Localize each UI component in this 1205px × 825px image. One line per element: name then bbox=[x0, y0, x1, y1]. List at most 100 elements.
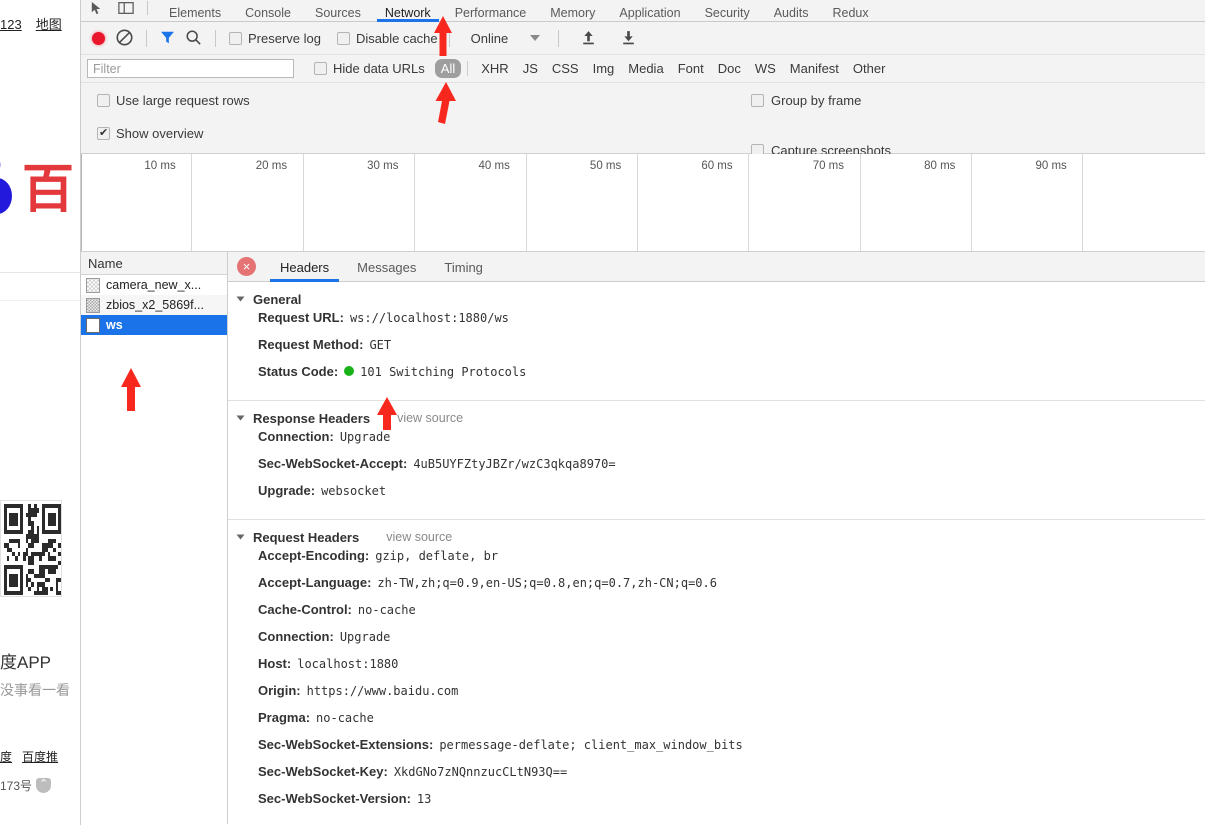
qr-module bbox=[55, 564, 59, 570]
filter-type-doc[interactable]: Doc bbox=[711, 59, 748, 78]
filter-type-xhr[interactable]: XHR bbox=[474, 59, 515, 78]
detail-tab-timing[interactable]: Timing bbox=[430, 252, 497, 282]
tab-redux[interactable]: Redux bbox=[820, 0, 880, 22]
filter-type-ws[interactable]: WS bbox=[748, 59, 783, 78]
chevron-down-icon[interactable] bbox=[236, 296, 245, 302]
filter-type-manifest[interactable]: Manifest bbox=[783, 59, 846, 78]
request-row[interactable]: zbios_x2_5869f... bbox=[81, 295, 227, 315]
qr-module bbox=[58, 551, 62, 557]
filter-type-all[interactable]: All bbox=[434, 59, 462, 78]
header-value: 4uB5UYFZtyJBZr/wzC3qkqa8970= bbox=[413, 457, 616, 471]
filter-input[interactable]: Filter bbox=[87, 59, 294, 78]
request-name: zbios_x2_5869f... bbox=[106, 298, 204, 312]
hide-data-urls-checkbox[interactable]: Hide data URLs bbox=[314, 61, 425, 76]
import-har-icon[interactable] bbox=[580, 29, 598, 47]
request-row[interactable]: ws bbox=[81, 315, 227, 335]
hide-data-urls-label: Hide data URLs bbox=[333, 61, 425, 76]
disable-cache-box[interactable] bbox=[336, 31, 350, 45]
tab-performance[interactable]: Performance bbox=[443, 0, 539, 22]
detail-tab-list: Headers Messages Timing bbox=[266, 252, 497, 282]
network-toolbar: Preserve log Disable cache Online bbox=[81, 22, 1205, 55]
network-overview-timeline[interactable]: 10 ms 20 ms 30 ms 40 ms 50 ms 60 ms 70 ms 80 ms… bbox=[81, 154, 1205, 252]
filter-type-img[interactable]: Img bbox=[586, 59, 622, 78]
request-row[interactable]: camera_new_x... bbox=[81, 275, 227, 295]
qr-module bbox=[31, 560, 34, 565]
close-icon[interactable]: × bbox=[237, 257, 256, 276]
header-row: Cache-Control: no-cache bbox=[228, 602, 1205, 629]
section-title-row[interactable]: Request Headers view source bbox=[228, 526, 1205, 548]
show-overview-box[interactable] bbox=[97, 126, 110, 140]
network-options-panel: Use large request rows Group by frame Sh… bbox=[81, 83, 1205, 158]
filter-type-font[interactable]: Font bbox=[671, 59, 711, 78]
use-large-rows-checkbox[interactable]: Use large request rows bbox=[97, 93, 250, 108]
header-key: Request URL: bbox=[258, 310, 344, 325]
preserve-log-box[interactable] bbox=[229, 31, 242, 45]
tab-audits[interactable]: Audits bbox=[762, 0, 821, 22]
toggle-device-toolbar-icon[interactable] bbox=[115, 0, 137, 18]
filter-type-css[interactable]: CSS bbox=[545, 59, 586, 78]
toolbar-divider-3 bbox=[448, 29, 450, 47]
filter-funnel-icon[interactable] bbox=[158, 28, 178, 48]
qr-module bbox=[20, 591, 24, 596]
group-by-frame-checkbox[interactable]: Group by frame bbox=[751, 93, 861, 108]
show-overview-checkbox[interactable]: Show overview bbox=[97, 126, 203, 141]
request-list: camera_new_x... zbios_x2_5869f...ws bbox=[81, 275, 227, 335]
nav-link-123[interactable]: 123 bbox=[0, 17, 22, 32]
tab-security[interactable]: Security bbox=[693, 0, 762, 22]
clear-icon[interactable] bbox=[115, 28, 135, 48]
request-list-panel: Name camera_new_x... zbios_x2_5869f...ws bbox=[81, 252, 228, 824]
request-name: camera_new_x... bbox=[106, 278, 202, 292]
header-value: no-cache bbox=[316, 711, 374, 725]
section-title-row[interactable]: General bbox=[228, 288, 1205, 310]
tab-elements[interactable]: Elements bbox=[157, 0, 233, 22]
tab-memory[interactable]: Memory bbox=[538, 0, 607, 22]
export-har-icon[interactable] bbox=[620, 29, 638, 47]
throttling-value: Online bbox=[470, 30, 509, 46]
qr-module bbox=[47, 577, 51, 583]
chevron-down-icon[interactable] bbox=[236, 534, 245, 540]
baidu-app-title: 度APP bbox=[0, 653, 52, 672]
section-title: General bbox=[253, 291, 302, 307]
tab-console[interactable]: Console bbox=[233, 0, 303, 22]
header-value: no-cache bbox=[357, 603, 416, 617]
use-large-rows-box[interactable] bbox=[97, 94, 110, 107]
tab-application[interactable]: Application bbox=[607, 0, 692, 22]
preserve-log-checkbox[interactable]: Preserve log bbox=[229, 31, 321, 46]
footer-links: 度百度推 bbox=[0, 748, 68, 765]
inspect-element-icon[interactable] bbox=[85, 0, 107, 18]
nav-link-map[interactable]: 地图 bbox=[36, 17, 62, 32]
screen: 123 地图 百 度APP 没事看一看 度百度推 173号⌃ Elements … bbox=[0, 0, 1205, 825]
chevron-down-icon[interactable] bbox=[530, 35, 541, 41]
qr-module bbox=[20, 530, 24, 535]
view-source-link[interactable]: view source bbox=[397, 411, 463, 425]
header-value: localhost:1880 bbox=[297, 657, 399, 671]
footer-link-1[interactable]: 度 bbox=[0, 750, 12, 764]
detail-tab-messages[interactable]: Messages bbox=[343, 252, 430, 282]
tab-label: Performance bbox=[454, 6, 527, 20]
header-row: Sec-WebSocket-Extensions: permessage-defl… bbox=[228, 737, 1205, 764]
search-icon[interactable] bbox=[184, 28, 204, 48]
tab-network[interactable]: Network bbox=[373, 0, 443, 22]
chevron-down-icon[interactable] bbox=[236, 415, 245, 421]
tab-sources[interactable]: Sources bbox=[303, 0, 373, 22]
detail-tab-headers[interactable]: Headers bbox=[266, 252, 343, 282]
header-key: Accept-Encoding: bbox=[258, 548, 370, 563]
filter-type-media[interactable]: Media bbox=[621, 59, 670, 78]
disable-cache-checkbox[interactable]: Disable cache bbox=[336, 31, 438, 46]
throttling-dropdown[interactable]: Online bbox=[471, 31, 541, 46]
view-source-link[interactable]: view source bbox=[386, 530, 452, 544]
footer-link-2[interactable]: 百度推 bbox=[22, 750, 58, 764]
record-icon[interactable] bbox=[87, 27, 109, 49]
group-by-frame-box[interactable] bbox=[751, 94, 764, 107]
request-list-header[interactable]: Name bbox=[81, 252, 227, 275]
filter-type-js[interactable]: JS bbox=[516, 59, 545, 78]
filter-type-other[interactable]: Other bbox=[846, 59, 893, 78]
baidu-logo-char: 百 bbox=[22, 160, 75, 220]
devtools-panel: Elements Console Sources Network Performance… bbox=[80, 0, 1205, 825]
network-main-area: Name camera_new_x... zbios_x2_5869f... ws … bbox=[81, 252, 1205, 824]
header-key: Host: bbox=[258, 656, 292, 671]
header-section: Response Headers view source Connection: Up… bbox=[228, 401, 1205, 520]
section-title-row[interactable]: Response Headers view source bbox=[228, 407, 1205, 429]
qr-module bbox=[17, 543, 21, 548]
hide-data-urls-box[interactable] bbox=[314, 62, 327, 75]
